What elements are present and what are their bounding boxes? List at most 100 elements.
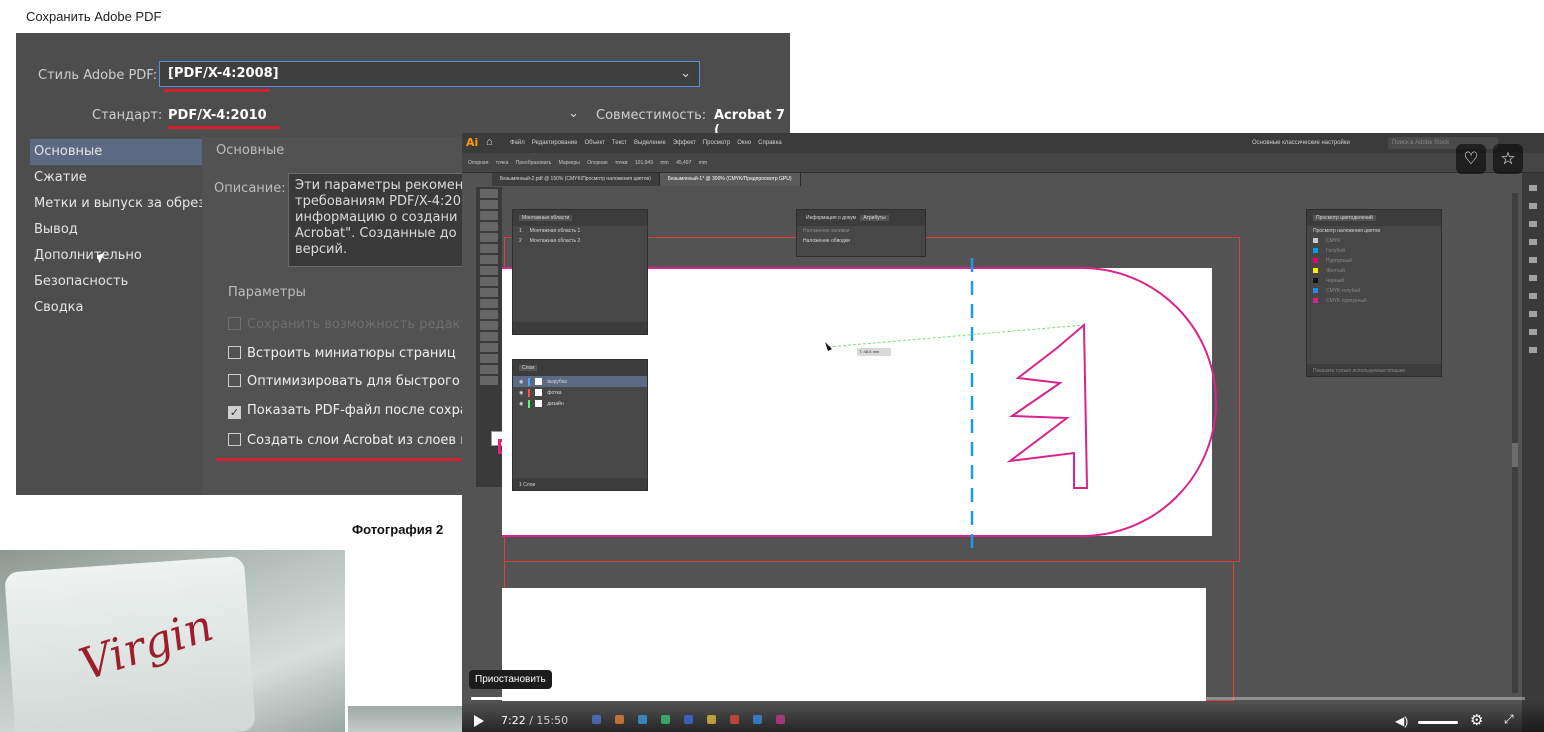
standard-select[interactable]: PDF/X-4:2010 [168,108,267,123]
ink-swatch [1313,268,1318,273]
measure-path [827,324,1085,348]
layer-row: ◉ фотка [513,387,647,398]
ink-swatch [1313,278,1318,283]
sidebar-item-marks-bleeds[interactable]: Метки и выпуск за обрез [30,191,205,217]
video-player[interactable]: Ai ⌂ Файл Редактирование Объект Текст Вы… [462,133,1544,732]
like-button[interactable]: ♡ [1456,144,1486,174]
red-underline [216,458,478,461]
artboard-row: 1 Монтажная область 1 [513,226,647,236]
ink-row: CMYK пурпурный [1307,296,1441,306]
checkbox-label: Сохранить возможность редакт [247,317,468,332]
eye-icon: ◉ [519,400,524,407]
layer-thumbnail [535,378,543,385]
play-icon[interactable] [474,715,484,727]
sidebar-item-summary[interactable]: Сводка [30,295,204,321]
time-readout: 7:22 / 15:50 [501,714,569,727]
layer-name: дизайн [547,400,564,407]
style-label: Стиль Adobe PDF: [38,68,158,83]
panel-footer [513,322,647,334]
attributes-panel: Информация о докум Атрибуты Наложение за… [796,209,926,257]
description-label: Описание: [214,181,286,196]
ink-name: Пурпурный [1326,258,1352,264]
checkbox-embed-thumbnails[interactable]: Встроить миниатюры страниц [228,346,456,361]
option-row: Просмотр наложения цветов [1307,226,1441,236]
video-progress-bar[interactable] [471,697,1525,700]
sidebar-item-output[interactable]: Вывод [30,217,204,243]
video-controls: 7:22 / 15:50 ◀) ⚙ ⤢ [462,701,1544,732]
ink-row: Пурпурный [1307,256,1441,266]
ink-swatch [1313,258,1318,263]
layer-color [528,399,531,408]
volume-icon[interactable]: ◀) [1395,714,1408,728]
checkbox-box [228,346,241,359]
layer-color [528,388,531,397]
ink-name: Желтый [1326,268,1345,274]
eye-icon: ◉ [519,389,524,396]
layer-name: вырубка [547,378,567,385]
red-underline [164,89,270,92]
recorded-taskbar [592,715,785,725]
checkbox-box [228,317,241,330]
favorite-button[interactable]: ☆ [1493,144,1523,174]
compatibility-label: Совместимость: [596,108,707,123]
artboards-panel: Монтажные области 1 Монтажная область 1 2… [512,209,648,335]
ink-name: CMYK пурпурный [1326,298,1367,304]
red-underline [168,126,280,129]
panel-tab: Слои [519,365,538,371]
checkbox-box [228,374,241,387]
pdf-style-value: [PDF/X-4:2008] [168,66,279,81]
checkbox-preserve-editing[interactable]: Сохранить возможность редакт [228,317,468,332]
ink-swatch [1313,238,1318,243]
checkbox-label: Оптимизировать для быстрого п [247,374,473,389]
params-title: Параметры [228,285,306,300]
layer-name: фотка [547,389,562,396]
progress-played [471,697,962,700]
panel-footer: Показать только используемые плашки [1307,364,1441,376]
sidebar-item-advanced[interactable]: Дополнительно [30,243,204,269]
checkbox-box [228,433,241,446]
checkbox-label: Создать слои Acrobat из слоев в [247,433,468,448]
checkbox-view-after-saving[interactable]: ✓ Показать PDF-файл после сохра [228,403,468,419]
ink-row: Желтый [1307,266,1441,276]
panel-header: Информация о докум Атрибуты [797,210,925,226]
pdf-style-select[interactable]: [PDF/X-4:2008] ⌄ [159,61,700,87]
checkbox-create-acrobat-layers[interactable]: Создать слои Acrobat из слоев в [228,433,468,448]
ink-row: CMYK [1307,236,1441,246]
chevron-down-icon: ⌄ [568,106,579,121]
heart-icon: ♡ [1463,149,1479,168]
fullscreen-icon[interactable]: ⤢ [1504,712,1514,727]
time-total: 15:50 [536,714,569,727]
sidebar-item-compression[interactable]: Сжатие [30,165,204,191]
layer-row: ◉ вырубка [513,376,647,387]
volume-slider[interactable] [1418,721,1458,724]
separations-panel: Просмотр цветоделений Просмотр наложения… [1306,209,1442,377]
photo-virgin-card: Virgin [0,550,345,732]
option-row: Наложение обводки [797,236,925,246]
artboard-name: Монтажная область 1 [529,228,581,234]
sidebar-item-general[interactable]: Основные [30,139,204,165]
ink-swatch [1313,288,1318,293]
checkbox-label: Встроить миниатюры страниц [247,346,456,361]
panel-tab: Просмотр цветоделений [1313,215,1376,221]
checkbox-label: Показать PDF-файл после сохра [247,403,468,418]
gear-icon[interactable]: ⚙ [1470,711,1483,729]
dialog-caption: Сохранить Adobe PDF [26,9,162,24]
artboard-row: 2 Монтажная область 2 [513,236,647,246]
ink-name: CMYK голубой [1326,288,1361,294]
eye-icon: ◉ [519,378,524,385]
artboard-name: Монтажная область 2 [529,238,581,244]
checkbox-fast-web-view[interactable]: Оптимизировать для быстрого п [228,374,472,389]
ink-row: CMYK голубой [1307,286,1441,296]
ink-row: Черный [1307,276,1441,286]
option-row: Наложение заливки [797,226,925,236]
ink-name: Черный [1326,278,1345,284]
ink-swatch [1313,298,1318,303]
sidebar-item-security[interactable]: Безопасность [30,269,204,295]
overprint-preview-label: Просмотр наложения цветов [1313,228,1380,234]
ink-swatch [1313,248,1318,253]
artboard-number: 2 [519,238,522,244]
chevron-down-icon: ⌄ [680,66,691,81]
time-current: 7:22 [501,714,526,727]
pdf-sidebar: Основные Сжатие Метки и выпуск за обрез … [30,139,205,321]
tree-stand-shape [1006,322,1089,489]
